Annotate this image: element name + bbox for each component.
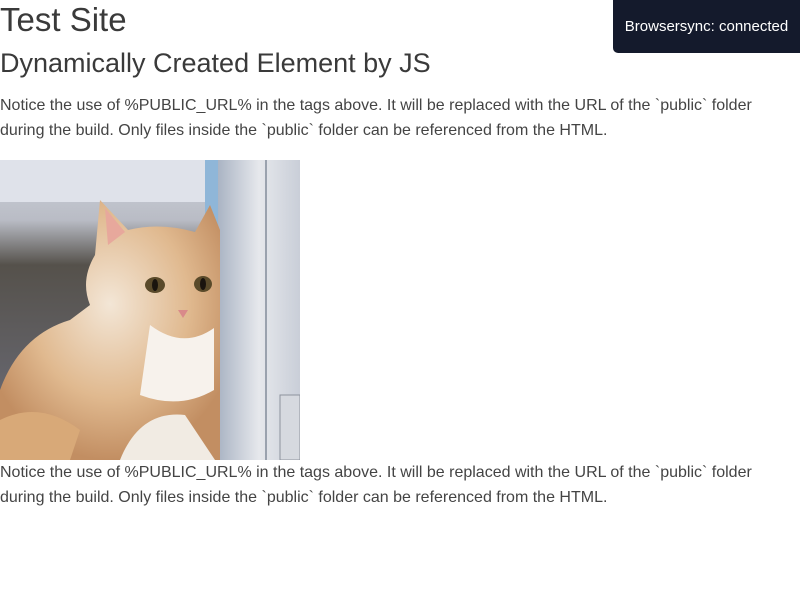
intro-paragraph: Notice the use of %PUBLIC_URL% in the ta… bbox=[0, 97, 752, 139]
browsersync-status-text: Browsersync: connected bbox=[624, 18, 789, 35]
kitten-image bbox=[0, 160, 300, 460]
closing-paragraph: Notice the use of %PUBLIC_URL% in the ta… bbox=[0, 464, 752, 506]
browsersync-notification: Browsersync: connected bbox=[613, 0, 800, 53]
